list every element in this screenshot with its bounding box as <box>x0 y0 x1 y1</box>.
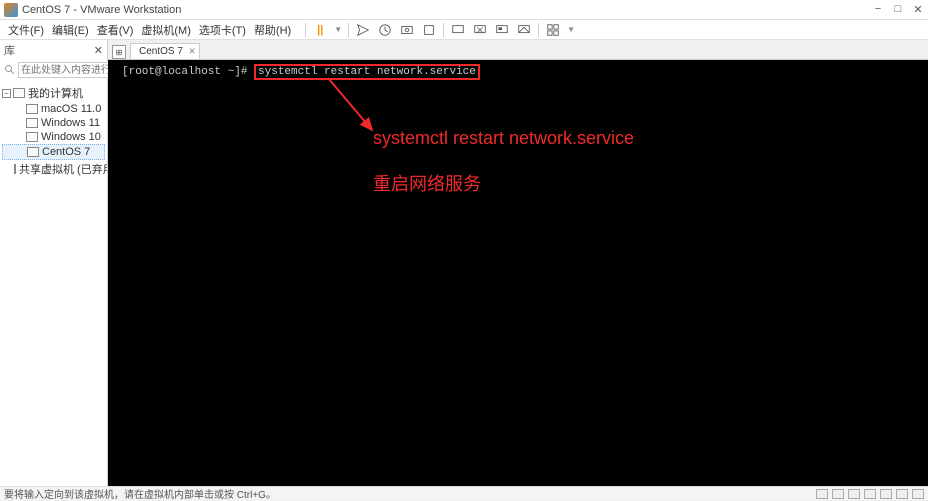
computer-icon <box>13 88 25 98</box>
device-icon[interactable] <box>896 489 908 499</box>
annotation-arrow <box>320 70 380 138</box>
unity-icon[interactable] <box>516 22 532 38</box>
menu-vm[interactable]: 虚拟机(M) <box>137 22 195 38</box>
command-highlight-box: systemctl restart network.service <box>254 64 480 80</box>
annotation-line2: 重启网络服务 <box>373 170 481 196</box>
send-icon[interactable] <box>355 22 371 38</box>
disk-icon[interactable] <box>421 22 437 38</box>
menu-help[interactable]: 帮助(H) <box>250 22 295 38</box>
dropdown-icon[interactable]: ▼ <box>567 25 575 34</box>
window-title: CentOS 7 - VMware Workstation <box>22 4 872 16</box>
terminal-prompt: [root@localhost ~]# <box>122 66 247 78</box>
clock-icon[interactable] <box>377 22 393 38</box>
tree-root-label: 我的计算机 <box>28 85 83 101</box>
toolbar: || ▼ ▼ <box>305 22 575 38</box>
tree-item-centos[interactable]: CentOS 7 <box>2 144 105 160</box>
folder-icon <box>14 164 16 174</box>
content-area: ⊞ CentOS 7 ✕ [root@localhost ~]# systemc… <box>108 40 928 486</box>
tab-row: ⊞ CentOS 7 ✕ <box>108 40 928 60</box>
grid-icon[interactable] <box>545 22 561 38</box>
minimize-button[interactable]: − <box>872 3 884 16</box>
search-row: ▼ <box>0 60 107 80</box>
device-icon[interactable] <box>816 489 828 499</box>
vm-icon <box>26 132 38 142</box>
dropdown-icon[interactable]: ▼ <box>334 25 342 34</box>
menu-view[interactable]: 查看(V) <box>93 22 138 38</box>
screen-icon[interactable] <box>450 22 466 38</box>
menu-bar: 文件(F) 编辑(E) 查看(V) 虚拟机(M) 选项卡(T) 帮助(H) ||… <box>0 20 928 40</box>
pause-icon[interactable]: || <box>312 22 328 38</box>
menu-tabs[interactable]: 选项卡(T) <box>195 22 250 38</box>
menu-edit[interactable]: 编辑(E) <box>48 22 93 38</box>
main-area: 库 ✕ ▼ − 我的计算机 macOS 11.0 Windows 11 <box>0 40 928 486</box>
menu-file[interactable]: 文件(F) <box>4 22 48 38</box>
library-label: 库 <box>4 42 15 58</box>
terminal-command: systemctl restart network.service <box>258 66 476 78</box>
window-controls: − □ ✕ <box>872 3 924 16</box>
tree-root[interactable]: − 我的计算机 <box>2 84 105 102</box>
device-icon[interactable] <box>912 489 924 499</box>
app-icon <box>4 3 18 17</box>
annotation-line1: systemctl restart network.service <box>373 128 634 149</box>
device-icon[interactable] <box>848 489 860 499</box>
tree-item-win10[interactable]: Windows 10 <box>2 130 105 144</box>
fullscreen-icon[interactable] <box>494 22 510 38</box>
vm-icon <box>27 147 39 157</box>
library-header: 库 ✕ <box>0 40 107 60</box>
tree-item-macos[interactable]: macOS 11.0 <box>2 102 105 116</box>
device-icon[interactable] <box>832 489 844 499</box>
vm-icon <box>26 104 38 114</box>
tab-close-icon[interactable]: ✕ <box>188 46 196 57</box>
device-icon[interactable] <box>864 489 876 499</box>
tab-label: CentOS 7 <box>139 46 183 57</box>
sidebar: 库 ✕ ▼ − 我的计算机 macOS 11.0 Windows 11 <box>0 40 108 486</box>
collapse-icon[interactable]: − <box>2 89 11 98</box>
title-bar: CentOS 7 - VMware Workstation − □ ✕ <box>0 0 928 20</box>
close-sidebar-icon[interactable]: ✕ <box>94 44 103 57</box>
snapshot-icon[interactable] <box>399 22 415 38</box>
fit-icon[interactable] <box>472 22 488 38</box>
status-text: 要将输入定向到该虚拟机，请在虚拟机内部单击或按 Ctrl+G。 <box>4 486 276 501</box>
tree-item-win11[interactable]: Windows 11 <box>2 116 105 130</box>
library-tree: − 我的计算机 macOS 11.0 Windows 11 Windows 10… <box>0 80 107 182</box>
vm-icon <box>26 118 38 128</box>
terminal[interactable]: [root@localhost ~]# systemctl restart ne… <box>108 60 928 486</box>
search-icon[interactable] <box>4 62 16 78</box>
maximize-button[interactable]: □ <box>892 3 904 16</box>
close-button[interactable]: ✕ <box>912 3 924 16</box>
status-bar: 要将输入定向到该虚拟机，请在虚拟机内部单击或按 Ctrl+G。 <box>0 486 928 500</box>
tab-centos[interactable]: CentOS 7 ✕ <box>130 43 200 59</box>
device-icon[interactable] <box>880 489 892 499</box>
tree-shared[interactable]: 共享虚拟机 (已弃用) <box>2 160 105 178</box>
home-tab-button[interactable]: ⊞ <box>112 45 126 59</box>
